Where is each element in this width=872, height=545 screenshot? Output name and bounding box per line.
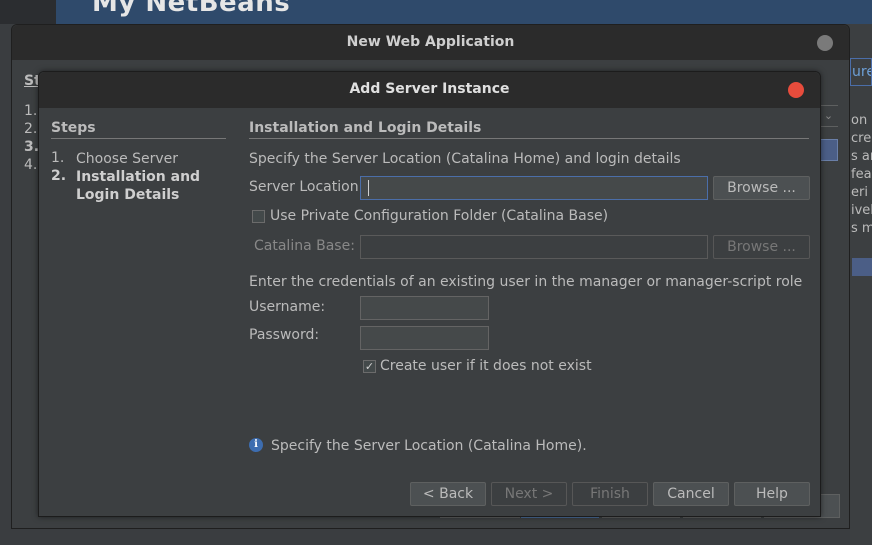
- help-button[interactable]: Help: [734, 482, 810, 506]
- section-divider: [249, 138, 809, 139]
- ide-right-text: s ma: [851, 221, 872, 236]
- ide-right-text: cre: [851, 131, 872, 146]
- outer-step: 2.: [24, 121, 38, 137]
- private-config-label[interactable]: Use Private Configuration Folder (Catali…: [270, 208, 608, 224]
- info-message: Specify the Server Location (Catalina Ho…: [271, 438, 587, 454]
- ide-right-selection: [852, 258, 872, 276]
- dialog-titlebar: Add Server Instance: [39, 72, 820, 108]
- step-number: 1.: [51, 150, 65, 166]
- step-label-login-details: Login Details: [76, 187, 180, 203]
- password-input[interactable]: [360, 326, 489, 350]
- outer-combo-arrow-icon[interactable]: ⌄: [818, 105, 838, 127]
- outer-step: 1.: [24, 103, 38, 119]
- username-label: Username:: [249, 299, 326, 315]
- ide-right-text: ivel: [851, 203, 872, 218]
- ide-title: My NetBeans: [92, 0, 291, 18]
- outer-titlebar: New Web Application: [12, 25, 849, 60]
- close-icon[interactable]: [788, 82, 804, 98]
- ide-right-field: ure: [850, 58, 872, 86]
- step-label-installation: Installation and: [76, 169, 201, 185]
- ide-right-text: s an: [851, 149, 872, 164]
- outer-step-current: 3.: [24, 139, 40, 155]
- outer-window-title: New Web Application: [346, 34, 515, 50]
- next-button: Next >: [491, 482, 567, 506]
- credentials-text: Enter the credentials of an existing use…: [249, 274, 803, 290]
- finish-button: Finish: [572, 482, 648, 506]
- add-server-instance-dialog: Add Server Instance Steps 1. Choose Serv…: [38, 71, 821, 517]
- intro-text: Specify the Server Location (Catalina Ho…: [249, 151, 681, 167]
- outer-close-icon[interactable]: [817, 35, 833, 51]
- step-label-choose-server: Choose Server: [76, 151, 179, 167]
- steps-divider: [51, 138, 226, 139]
- ide-right-text: on: [851, 113, 868, 128]
- step-number-current: 2.: [51, 168, 67, 184]
- private-config-checkbox[interactable]: [252, 210, 265, 223]
- ide-right-panel: [850, 24, 872, 545]
- outer-step: 4.: [24, 157, 38, 173]
- password-label: Password:: [249, 327, 320, 343]
- create-user-checkbox[interactable]: ✓: [363, 360, 376, 373]
- ide-right-text: fea: [851, 167, 872, 182]
- browse-catalina-button: Browse ...: [713, 235, 810, 259]
- section-heading: Installation and Login Details: [249, 120, 482, 136]
- text-caret: [368, 180, 369, 196]
- catalina-base-label: Catalina Base:: [254, 238, 355, 254]
- cancel-button[interactable]: Cancel: [653, 482, 729, 506]
- browse-button[interactable]: Browse ...: [713, 176, 810, 200]
- ide-right-text: eri: [851, 185, 868, 200]
- back-button[interactable]: < Back: [410, 482, 486, 506]
- username-input[interactable]: [360, 296, 489, 320]
- dialog-title: Add Server Instance: [349, 81, 510, 97]
- create-user-label[interactable]: Create user if it does not exist: [380, 358, 592, 374]
- info-icon: i: [249, 438, 263, 452]
- outer-selected-field[interactable]: [818, 139, 838, 161]
- steps-heading: Steps: [51, 120, 96, 136]
- server-location-label: Server Location:: [249, 179, 364, 195]
- server-location-input[interactable]: [360, 176, 708, 200]
- catalina-base-input: [360, 235, 708, 259]
